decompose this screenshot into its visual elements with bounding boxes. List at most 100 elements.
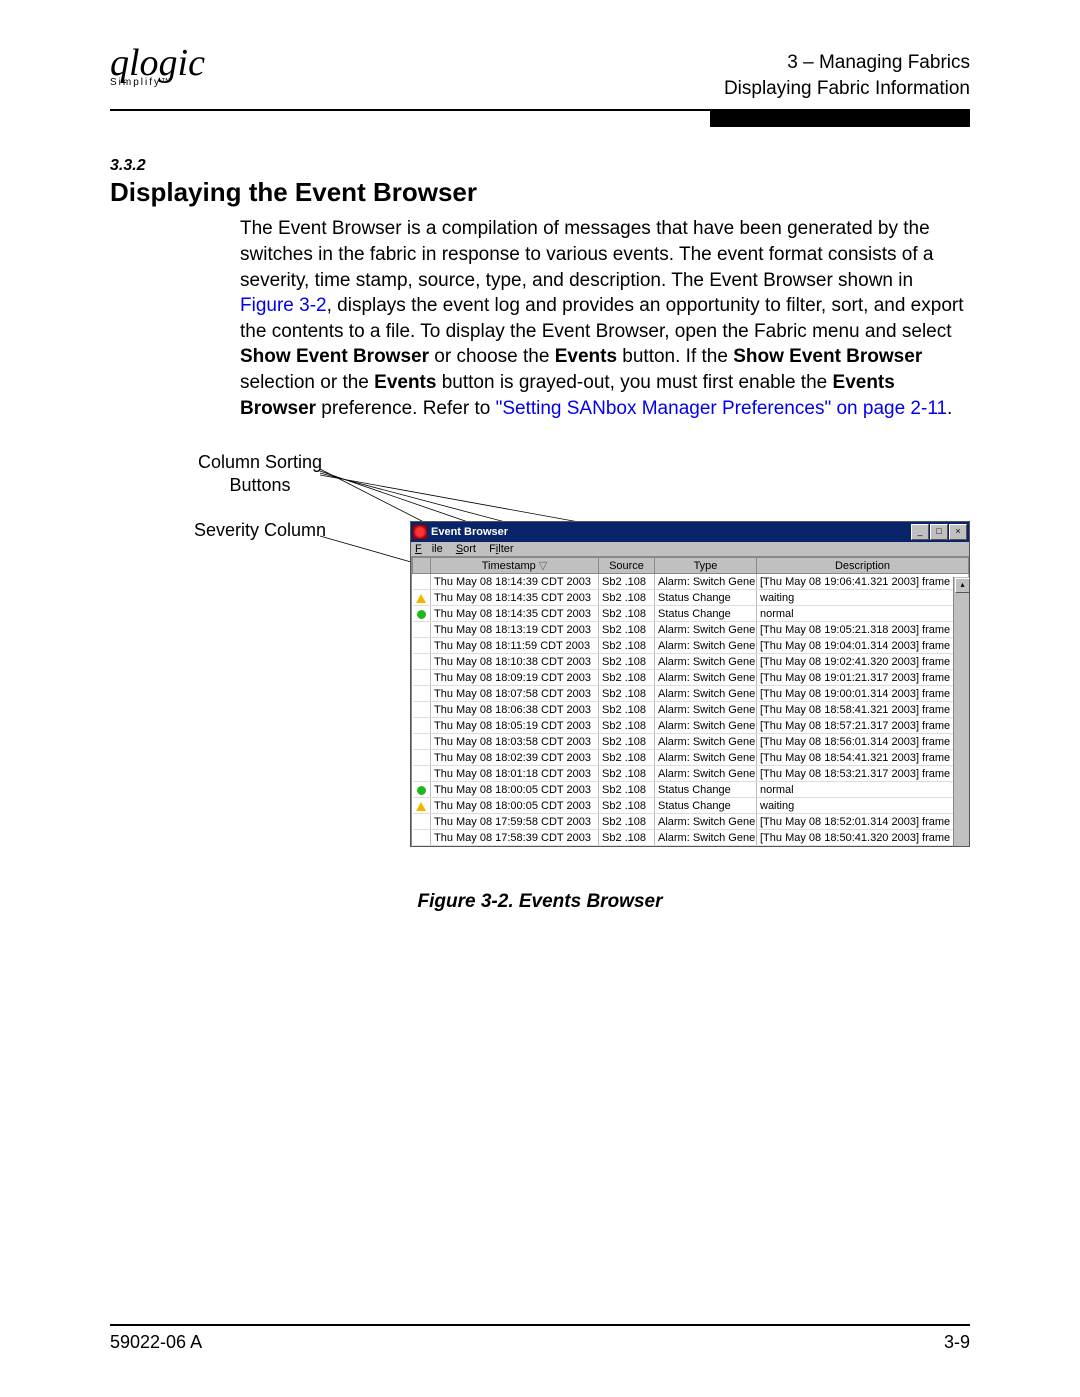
severity-cell	[413, 718, 431, 734]
type-cell: Alarm: Switch Gene...	[655, 622, 757, 638]
description-cell: [Thu May 08 18:57:21.317 2003] frame r..…	[757, 718, 969, 734]
severity-normal-icon	[417, 786, 426, 795]
col-header-type[interactable]: Type	[655, 558, 757, 574]
source-cell: Sb2 .108	[599, 766, 655, 782]
chapter-title: 3 – Managing Fabrics	[724, 50, 970, 76]
type-cell: Alarm: Switch Gene...	[655, 638, 757, 654]
type-cell: Status Change	[655, 782, 757, 798]
source-cell: Sb2 .108	[599, 718, 655, 734]
minimize-button[interactable]: _	[911, 524, 929, 540]
type-cell: Alarm: Switch Gene...	[655, 766, 757, 782]
figure-3-2: Column Sorting Buttons Severity Column E…	[110, 451, 970, 871]
timestamp-cell: Thu May 08 18:05:19 CDT 2003	[431, 718, 599, 734]
close-button[interactable]: ×	[949, 524, 967, 540]
type-cell: Status Change	[655, 590, 757, 606]
table-row[interactable]: Thu May 08 17:58:39 CDT 2003Sb2 .108Alar…	[413, 830, 969, 846]
table-row[interactable]: Thu May 08 18:13:19 CDT 2003Sb2 .108Alar…	[413, 622, 969, 638]
severity-warning-icon	[416, 594, 426, 603]
severity-cell	[413, 830, 431, 846]
description-cell: [Thu May 08 19:02:41.320 2003] frame r..…	[757, 654, 969, 670]
table-row[interactable]: Thu May 08 18:05:19 CDT 2003Sb2 .108Alar…	[413, 718, 969, 734]
figure-caption: Figure 3-2. Events Browser	[110, 891, 970, 913]
severity-cell	[413, 734, 431, 750]
severity-cell	[413, 654, 431, 670]
body-paragraph: The Event Browser is a compilation of me…	[240, 216, 970, 421]
type-cell: Alarm: Switch Gene...	[655, 830, 757, 846]
source-cell: Sb2 .108	[599, 750, 655, 766]
table-row[interactable]: Thu May 08 18:00:05 CDT 2003Sb2 .108Stat…	[413, 782, 969, 798]
col-header-source[interactable]: Source	[599, 558, 655, 574]
type-cell: Alarm: Switch Gene...	[655, 718, 757, 734]
source-cell: Sb2 .108	[599, 734, 655, 750]
source-cell: Sb2 .108	[599, 798, 655, 814]
timestamp-cell: Thu May 08 18:13:19 CDT 2003	[431, 622, 599, 638]
section-title: Displaying the Event Browser	[110, 177, 970, 208]
table-row[interactable]: Thu May 08 18:00:05 CDT 2003Sb2 .108Stat…	[413, 798, 969, 814]
severity-cell	[413, 606, 431, 622]
description-cell: [Thu May 08 19:06:41.321 2003] frame r..…	[757, 574, 969, 590]
type-cell: Alarm: Switch Gene...	[655, 654, 757, 670]
timestamp-cell: Thu May 08 18:03:58 CDT 2003	[431, 734, 599, 750]
table-row[interactable]: Thu May 08 18:01:18 CDT 2003Sb2 .108Alar…	[413, 766, 969, 782]
menubar: File Sort Filter	[411, 542, 969, 556]
table-row[interactable]: Thu May 08 17:59:58 CDT 2003Sb2 .108Alar…	[413, 814, 969, 830]
timestamp-cell: Thu May 08 18:14:35 CDT 2003	[431, 590, 599, 606]
type-cell: Alarm: Switch Gene...	[655, 670, 757, 686]
severity-cell	[413, 686, 431, 702]
table-row[interactable]: Thu May 08 18:11:59 CDT 2003Sb2 .108Alar…	[413, 638, 969, 654]
timestamp-cell: Thu May 08 18:07:58 CDT 2003	[431, 686, 599, 702]
description-cell: normal	[757, 606, 969, 622]
maximize-button[interactable]: □	[930, 524, 948, 540]
figure-ref-link[interactable]: Figure 3-2	[240, 295, 327, 316]
table-row[interactable]: Thu May 08 18:03:58 CDT 2003Sb2 .108Alar…	[413, 734, 969, 750]
logo: qlogic Simplify™	[110, 50, 205, 88]
logo-text: qlogic	[110, 50, 205, 77]
menu-file[interactable]: File	[415, 543, 443, 555]
type-cell: Status Change	[655, 606, 757, 622]
xref-link[interactable]: "Setting SANbox Manager Preferences" on …	[496, 398, 947, 419]
table-row[interactable]: Thu May 08 18:14:35 CDT 2003Sb2 .108Stat…	[413, 590, 969, 606]
severity-cell	[413, 622, 431, 638]
description-cell: [Thu May 08 19:01:21.317 2003] frame r..…	[757, 670, 969, 686]
description-cell: [Thu May 08 19:00:01.314 2003] frame r..…	[757, 686, 969, 702]
header-rule	[110, 109, 970, 133]
severity-cell	[413, 590, 431, 606]
source-cell: Sb2 .108	[599, 654, 655, 670]
col-header-severity[interactable]	[413, 558, 431, 574]
event-browser-window: Event Browser _ □ × File Sort Filter	[410, 521, 970, 847]
timestamp-cell: Thu May 08 18:01:18 CDT 2003	[431, 766, 599, 782]
table-row[interactable]: Thu May 08 18:14:39 CDT 2003Sb2 .108Alar…	[413, 574, 969, 590]
col-header-description[interactable]: Description	[757, 558, 969, 574]
menu-sort[interactable]: Sort	[456, 543, 476, 555]
table-row[interactable]: Thu May 08 18:02:39 CDT 2003Sb2 .108Alar…	[413, 750, 969, 766]
description-cell: normal	[757, 782, 969, 798]
table-row[interactable]: Thu May 08 18:10:38 CDT 2003Sb2 .108Alar…	[413, 654, 969, 670]
table-row[interactable]: Thu May 08 18:09:19 CDT 2003Sb2 .108Alar…	[413, 670, 969, 686]
severity-cell	[413, 638, 431, 654]
timestamp-cell: Thu May 08 18:10:38 CDT 2003	[431, 654, 599, 670]
severity-cell	[413, 702, 431, 718]
severity-cell	[413, 766, 431, 782]
severity-cell	[413, 782, 431, 798]
description-cell: [Thu May 08 19:04:01.314 2003] frame r..…	[757, 638, 969, 654]
event-table-container: Timestamp ▽ Source Type Description Thu …	[411, 556, 969, 846]
source-cell: Sb2 .108	[599, 686, 655, 702]
table-row[interactable]: Thu May 08 18:06:38 CDT 2003Sb2 .108Alar…	[413, 702, 969, 718]
scroll-up-button[interactable]: ▴	[955, 578, 970, 593]
menu-filter[interactable]: Filter	[489, 543, 513, 555]
col-header-timestamp[interactable]: Timestamp ▽	[431, 558, 599, 574]
table-row[interactable]: Thu May 08 18:07:58 CDT 2003Sb2 .108Alar…	[413, 686, 969, 702]
type-cell: Alarm: Switch Gene...	[655, 686, 757, 702]
type-cell: Alarm: Switch Gene...	[655, 814, 757, 830]
timestamp-cell: Thu May 08 18:11:59 CDT 2003	[431, 638, 599, 654]
table-row[interactable]: Thu May 08 18:14:35 CDT 2003Sb2 .108Stat…	[413, 606, 969, 622]
source-cell: Sb2 .108	[599, 574, 655, 590]
timestamp-cell: Thu May 08 18:00:05 CDT 2003	[431, 798, 599, 814]
timestamp-cell: Thu May 08 18:14:39 CDT 2003	[431, 574, 599, 590]
event-table: Timestamp ▽ Source Type Description Thu …	[412, 557, 969, 846]
type-cell: Alarm: Switch Gene...	[655, 734, 757, 750]
vertical-scrollbar[interactable]: ▴	[953, 577, 969, 846]
type-cell: Status Change	[655, 798, 757, 814]
severity-warning-icon	[416, 802, 426, 811]
window-titlebar[interactable]: Event Browser _ □ ×	[411, 522, 969, 542]
